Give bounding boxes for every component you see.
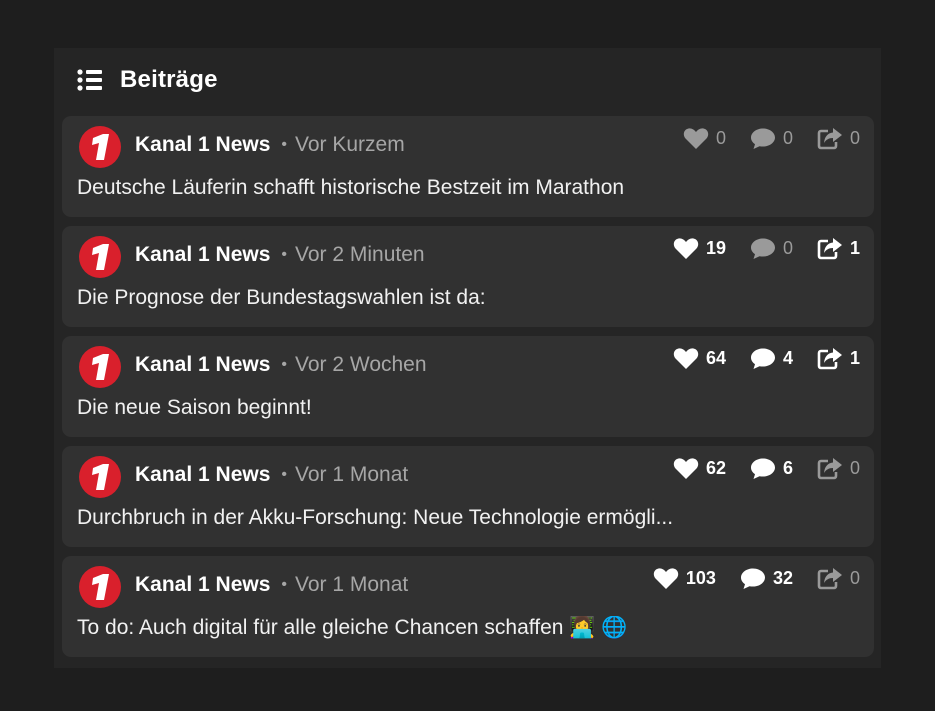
like-button[interactable]: 103 bbox=[653, 567, 716, 590]
channel-name[interactable]: Kanal 1 News bbox=[135, 133, 270, 157]
share-button[interactable]: 0 bbox=[817, 457, 860, 480]
comment-icon bbox=[740, 568, 765, 589]
channel-logo bbox=[79, 346, 121, 388]
channel-logo bbox=[79, 456, 121, 498]
share-button[interactable]: 1 bbox=[817, 237, 860, 260]
channel-name[interactable]: Kanal 1 News bbox=[135, 573, 270, 597]
post-stats: 64 4 1 bbox=[673, 347, 860, 370]
post-meta: Kanal 1 News • Vor 1 Monat bbox=[135, 463, 408, 487]
like-count: 19 bbox=[705, 238, 726, 258]
comment-icon bbox=[750, 128, 775, 149]
comment-count: 0 bbox=[782, 238, 793, 258]
comment-button[interactable]: 4 bbox=[750, 347, 793, 370]
comment-count: 6 bbox=[782, 458, 793, 478]
heart-icon bbox=[673, 238, 699, 259]
meta-separator: • bbox=[281, 356, 288, 373]
posts-header: Beiträge bbox=[76, 60, 218, 100]
comment-icon bbox=[750, 348, 775, 369]
post-text[interactable]: Die neue Saison beginnt! bbox=[77, 396, 854, 420]
share-count: 0 bbox=[849, 568, 860, 588]
post-time: Vor Kurzem bbox=[295, 133, 405, 156]
like-button[interactable]: 62 bbox=[673, 457, 726, 480]
share-count: 1 bbox=[849, 238, 860, 258]
like-count: 0 bbox=[715, 128, 726, 148]
post-text[interactable]: Durchbruch in der Akku-Forschung: Neue T… bbox=[77, 506, 854, 530]
post-time: Vor 1 Monat bbox=[295, 463, 409, 486]
channel-name[interactable]: Kanal 1 News bbox=[135, 463, 270, 487]
comment-button[interactable]: 6 bbox=[750, 457, 793, 480]
channel-logo bbox=[79, 566, 121, 608]
share-icon bbox=[817, 238, 842, 260]
comment-count: 4 bbox=[782, 348, 793, 368]
post-list: Kanal 1 News • Vor Kurzem 0 0 0 Deutsche… bbox=[62, 116, 874, 666]
meta-separator: • bbox=[281, 576, 288, 593]
comment-count: 32 bbox=[772, 568, 793, 588]
meta-separator: • bbox=[281, 246, 288, 263]
meta-separator: • bbox=[281, 466, 288, 483]
like-button[interactable]: 64 bbox=[673, 347, 726, 370]
like-count: 103 bbox=[685, 568, 716, 588]
comment-icon bbox=[750, 238, 775, 259]
post-meta: Kanal 1 News • Vor Kurzem bbox=[135, 133, 405, 157]
post-meta: Kanal 1 News • Vor 2 Minuten bbox=[135, 243, 425, 267]
share-icon bbox=[817, 458, 842, 480]
channel-name[interactable]: Kanal 1 News bbox=[135, 353, 270, 377]
post-meta: Kanal 1 News • Vor 2 Wochen bbox=[135, 353, 427, 377]
post-stats: 0 0 0 bbox=[683, 127, 860, 150]
post-text[interactable]: Deutsche Läuferin schafft historische Be… bbox=[77, 176, 854, 200]
channel-name[interactable]: Kanal 1 News bbox=[135, 243, 270, 267]
post-stats: 19 0 1 bbox=[673, 237, 860, 260]
heart-icon bbox=[653, 568, 679, 589]
post-text[interactable]: To do: Auch digital für alle gleiche Cha… bbox=[77, 616, 854, 640]
post-card[interactable]: Kanal 1 News • Vor 2 Wochen 64 4 1 Die n… bbox=[62, 336, 874, 437]
channel-logo bbox=[79, 126, 121, 168]
heart-icon bbox=[673, 458, 699, 479]
comment-button[interactable]: 32 bbox=[740, 567, 793, 590]
post-meta: Kanal 1 News • Vor 1 Monat bbox=[135, 573, 408, 597]
comment-button[interactable]: 0 bbox=[750, 237, 793, 260]
list-icon bbox=[77, 69, 102, 91]
share-count: 0 bbox=[849, 458, 860, 478]
like-button[interactable]: 0 bbox=[683, 127, 726, 150]
like-button[interactable]: 19 bbox=[673, 237, 726, 260]
share-count: 1 bbox=[849, 348, 860, 368]
meta-separator: • bbox=[281, 136, 288, 153]
like-count: 64 bbox=[705, 348, 726, 368]
post-card[interactable]: Kanal 1 News • Vor 2 Minuten 19 0 1 Die … bbox=[62, 226, 874, 327]
heart-icon bbox=[673, 348, 699, 369]
heart-icon bbox=[683, 128, 709, 149]
comment-count: 0 bbox=[782, 128, 793, 148]
post-card[interactable]: Kanal 1 News • Vor 1 Monat 62 6 0 Durchb… bbox=[62, 446, 874, 547]
share-icon bbox=[817, 348, 842, 370]
post-time: Vor 2 Minuten bbox=[295, 243, 425, 266]
post-stats: 103 32 0 bbox=[653, 567, 860, 590]
share-icon bbox=[817, 128, 842, 150]
share-button[interactable]: 1 bbox=[817, 347, 860, 370]
post-card[interactable]: Kanal 1 News • Vor Kurzem 0 0 0 Deutsche… bbox=[62, 116, 874, 217]
share-count: 0 bbox=[849, 128, 860, 148]
share-button[interactable]: 0 bbox=[817, 127, 860, 150]
share-button[interactable]: 0 bbox=[817, 567, 860, 590]
page-title: Beiträge bbox=[120, 66, 218, 93]
channel-logo bbox=[79, 236, 121, 278]
share-icon bbox=[817, 568, 842, 590]
post-stats: 62 6 0 bbox=[673, 457, 860, 480]
post-time: Vor 1 Monat bbox=[295, 573, 409, 596]
post-card[interactable]: Kanal 1 News • Vor 1 Monat 103 32 0 To d… bbox=[62, 556, 874, 657]
post-text[interactable]: Die Prognose der Bundestagswahlen ist da… bbox=[77, 286, 854, 310]
comment-icon bbox=[750, 458, 775, 479]
post-time: Vor 2 Wochen bbox=[295, 353, 427, 376]
like-count: 62 bbox=[705, 458, 726, 478]
comment-button[interactable]: 0 bbox=[750, 127, 793, 150]
